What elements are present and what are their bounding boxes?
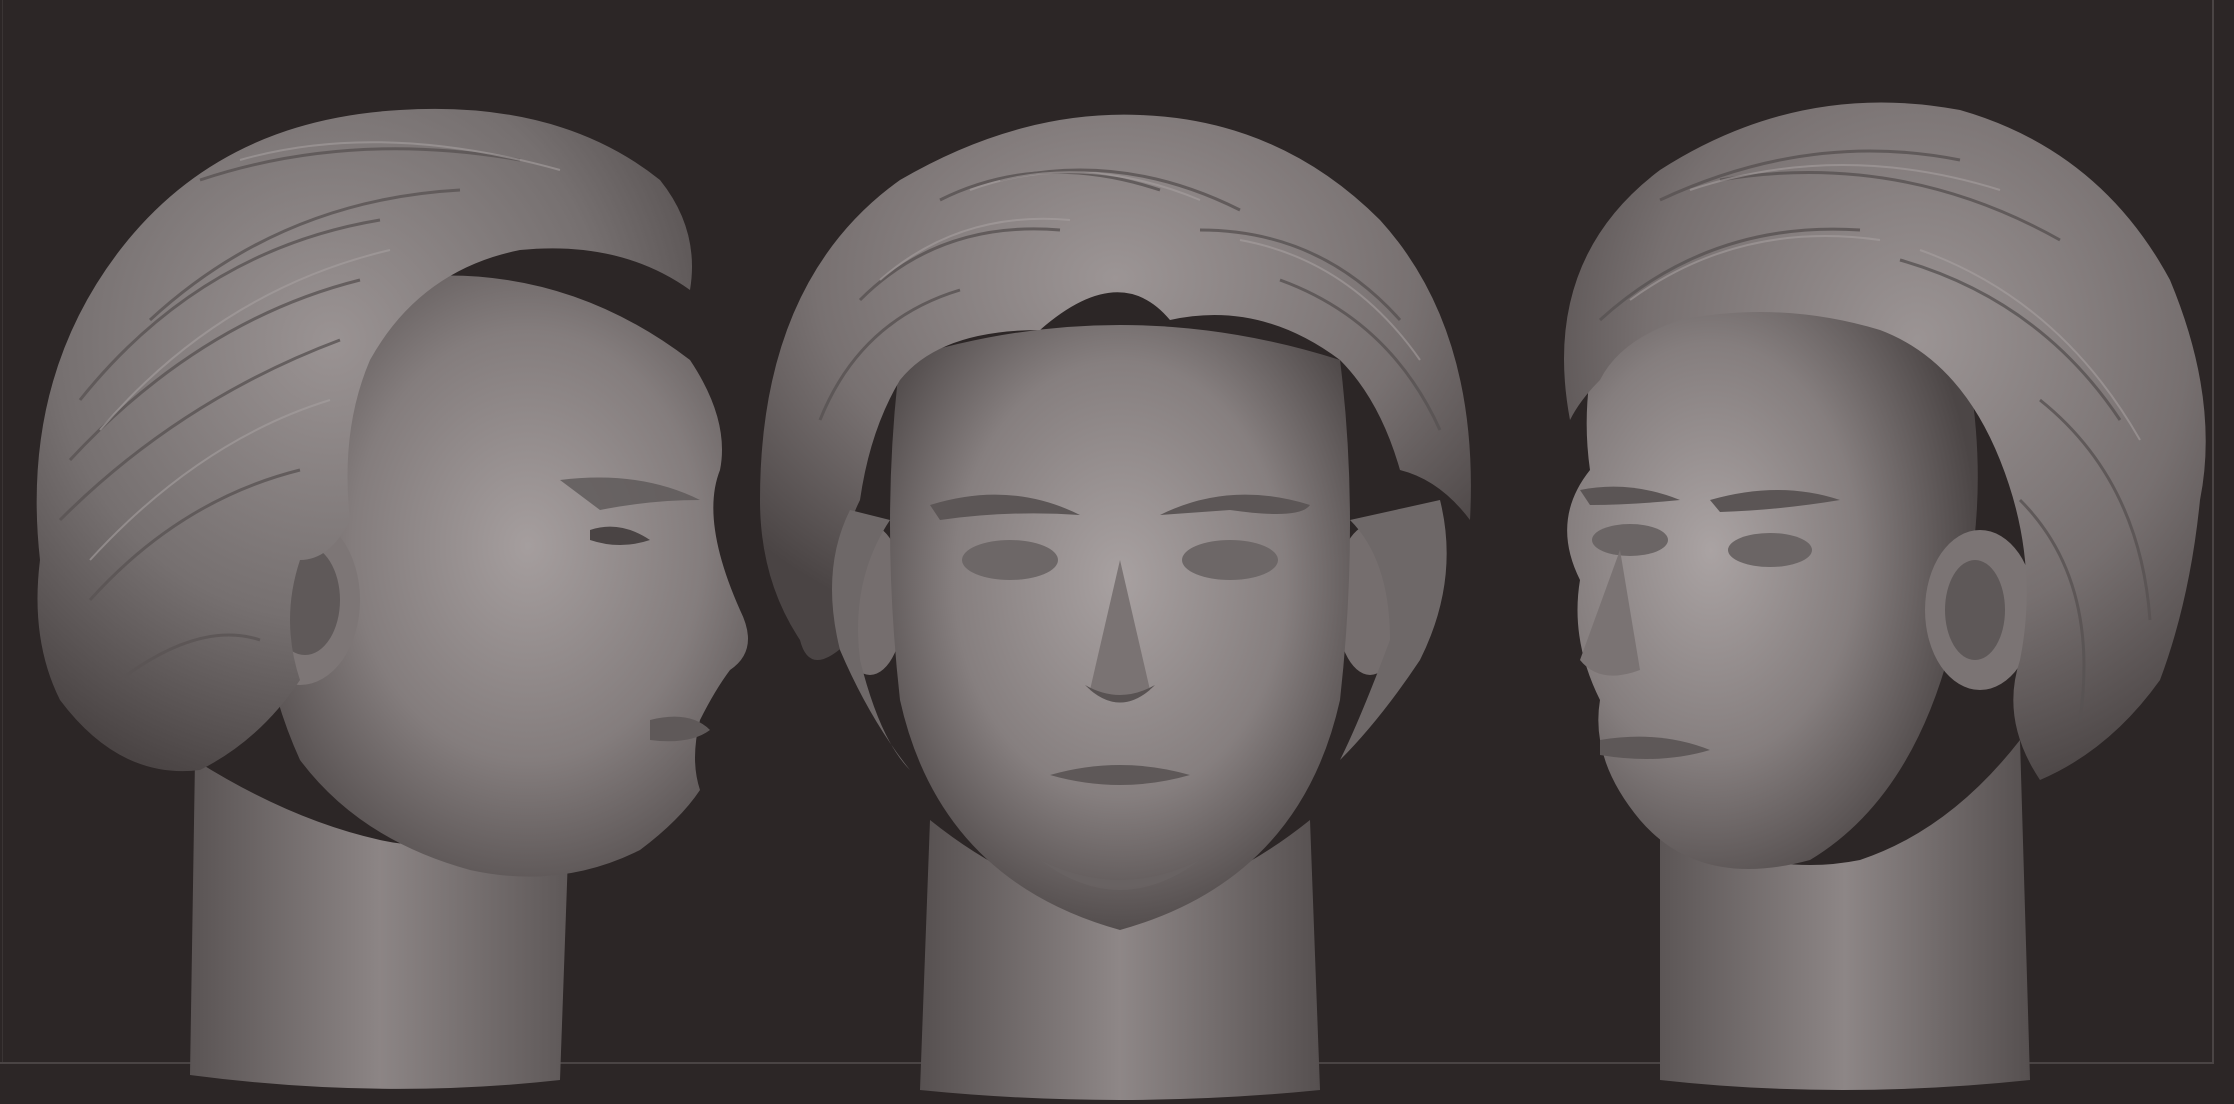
sculpt-viewport[interactable] [0,0,2234,1104]
head-sculpt-profile-view [0,0,780,1104]
head-sculpt-three-quarter-view [1480,0,2234,1104]
head-sculpt-front-view [740,0,1500,1104]
